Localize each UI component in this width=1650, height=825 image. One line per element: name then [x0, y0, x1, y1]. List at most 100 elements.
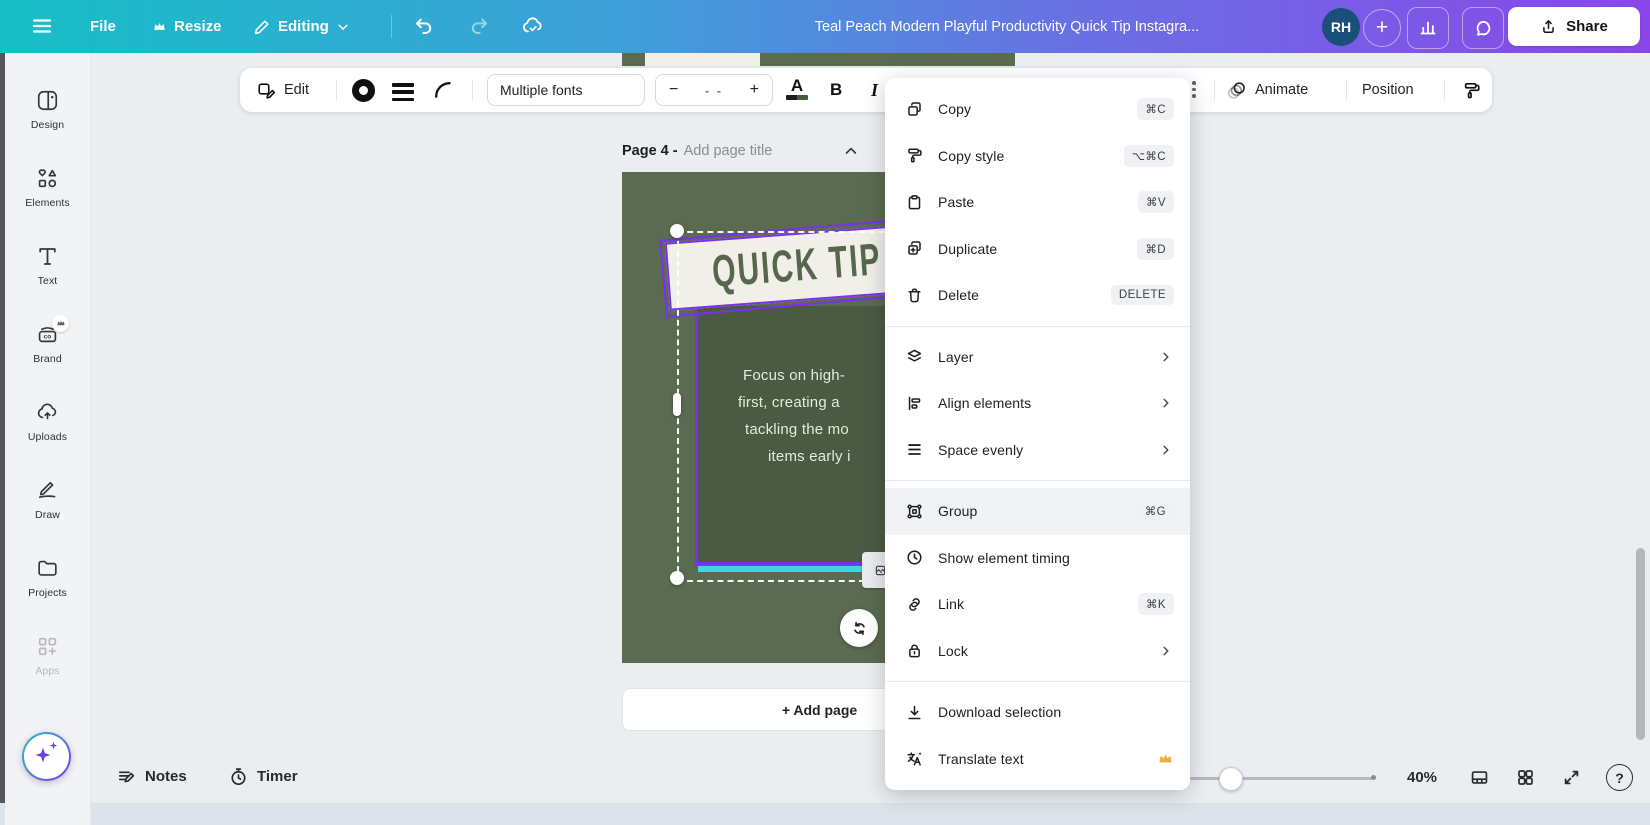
insights-button[interactable] — [1407, 7, 1449, 49]
menu-item-label: Paste — [938, 194, 1138, 210]
sidebar-item-label: Uploads — [28, 431, 67, 443]
font-size-decrease[interactable]: − — [669, 81, 678, 99]
design-icon — [35, 88, 60, 113]
help-button[interactable]: ? — [1606, 764, 1633, 791]
animate-button[interactable]: Animate — [1226, 68, 1308, 112]
redo-button[interactable] — [467, 14, 491, 38]
sidebar-item-draw[interactable]: Draw — [5, 460, 90, 538]
sidebar-item-apps[interactable]: Apps — [5, 616, 90, 694]
zoom-slider-track[interactable] — [1190, 777, 1373, 780]
page-title-placeholder[interactable]: Add page title — [684, 143, 773, 159]
edit-button[interactable]: Edit — [256, 68, 309, 112]
zoom-slider-thumb[interactable] — [1219, 767, 1243, 791]
menu-item-download-selection[interactable]: Download selection — [885, 689, 1190, 736]
grid-view-icon[interactable] — [1515, 767, 1536, 788]
file-menu-button[interactable]: File — [90, 0, 116, 53]
premium-crown-icon — [1157, 750, 1174, 767]
more-options-icon[interactable] — [1192, 81, 1196, 98]
zoom-level[interactable]: 40% — [1394, 769, 1450, 786]
document-title[interactable]: Teal Peach Modern Playful Productivity Q… — [786, 0, 1228, 53]
pages-view-icon[interactable] — [1469, 767, 1490, 788]
context-menu: Copy⌘CCopy style⌥⌘CPaste⌘VDuplicate⌘DDel… — [885, 78, 1190, 790]
menu-item-paste[interactable]: Paste⌘V — [885, 179, 1190, 226]
menu-separator — [885, 480, 1190, 481]
menu-item-label: Group — [938, 503, 1137, 519]
menu-item-layer[interactable]: Layer — [885, 334, 1190, 381]
previous-page-edge — [622, 53, 1015, 66]
menu-item-space-evenly[interactable]: Space evenly — [885, 427, 1190, 474]
translate-icon — [905, 749, 924, 768]
share-button[interactable]: Share — [1508, 7, 1640, 46]
menu-item-label: Align elements — [938, 395, 1158, 411]
layers-icon — [905, 347, 924, 366]
menu-item-label: Lock — [938, 643, 1158, 659]
collapse-page-icon[interactable] — [843, 143, 859, 159]
brand-icon: co — [35, 322, 60, 347]
sidebar-item-text[interactable]: Text — [5, 226, 90, 304]
menu-item-copy-style[interactable]: Copy style⌥⌘C — [885, 133, 1190, 180]
notes-button[interactable]: Notes — [116, 766, 187, 787]
bold-button[interactable]: B — [830, 68, 842, 112]
font-family-select[interactable]: Multiple fonts — [487, 74, 645, 106]
premium-crown-badge — [52, 315, 69, 332]
chevron-right-icon — [1158, 349, 1174, 365]
sidebar: Design ElementsTextcoBrand Uploads DrawProj… — [5, 53, 91, 825]
menu-item-lock[interactable]: Lock — [885, 628, 1190, 675]
sidebar-item-projects[interactable]: Projects — [5, 538, 90, 616]
position-button[interactable]: Position — [1362, 68, 1414, 112]
download-icon — [905, 703, 924, 722]
ai-assistant-button[interactable] — [22, 732, 71, 781]
sidebar-item-brand[interactable]: coBrand — [5, 304, 90, 382]
selection-handle-bottom-left[interactable] — [670, 571, 684, 585]
line-weight-button[interactable] — [392, 83, 414, 101]
add-member-button[interactable]: + — [1363, 9, 1401, 47]
chevron-right-icon — [1158, 442, 1174, 458]
corner-arc-button[interactable] — [432, 68, 454, 112]
fullscreen-icon[interactable] — [1561, 767, 1582, 788]
menu-item-delete[interactable]: DeleteDELETE — [885, 272, 1190, 319]
timer-button[interactable]: Timer — [228, 766, 298, 787]
apps-icon — [35, 634, 60, 659]
hamburger-menu-icon[interactable] — [30, 14, 54, 38]
paint-roller-icon — [905, 146, 924, 165]
menu-item-copy[interactable]: Copy⌘C — [885, 86, 1190, 133]
menu-item-show-element-timing[interactable]: Show element timing — [885, 535, 1190, 582]
selection-handle-top-left[interactable] — [670, 224, 684, 238]
comments-button[interactable] — [1462, 7, 1504, 49]
menu-item-align-elements[interactable]: Align elements — [885, 380, 1190, 427]
menu-item-translate-text[interactable]: Translate text — [885, 736, 1190, 783]
menu-item-label: Layer — [938, 349, 1158, 365]
sidebar-item-elements[interactable]: Elements — [5, 148, 90, 226]
rotate-handle[interactable] — [840, 609, 878, 647]
sidebar-item-label: Apps — [35, 665, 59, 677]
sidebar-item-label: Design — [31, 119, 64, 131]
resize-button[interactable]: Resize — [152, 0, 222, 53]
draw-icon — [35, 478, 60, 503]
clipboard-icon — [905, 193, 924, 212]
menu-item-label: Download selection — [938, 704, 1174, 720]
menu-item-group[interactable]: Group⌘G — [885, 488, 1190, 535]
sidebar-item-uploads[interactable]: Uploads — [5, 382, 90, 460]
copy-style-roller-button[interactable] — [1461, 68, 1482, 112]
menu-item-duplicate[interactable]: Duplicate⌘D — [885, 226, 1190, 273]
timer-icon — [228, 766, 249, 787]
elements-icon — [35, 166, 60, 191]
font-size-stepper[interactable]: − - - + — [655, 74, 773, 106]
font-size-value[interactable]: - - — [705, 83, 723, 98]
font-size-increase[interactable]: + — [750, 81, 759, 99]
editing-mode-button[interactable]: Editing — [253, 0, 350, 53]
menu-item-link[interactable]: Link⌘K — [885, 581, 1190, 628]
paint-roller-icon — [1461, 80, 1482, 101]
sidebar-item-design[interactable]: Design — [5, 70, 90, 148]
undo-button[interactable] — [412, 14, 436, 38]
border-style-button[interactable] — [352, 68, 375, 112]
vertical-scrollbar[interactable] — [1636, 548, 1645, 740]
comment-bubble-icon — [1473, 18, 1493, 38]
chevron-right-icon — [1158, 643, 1174, 659]
selection-handle-left[interactable] — [673, 393, 681, 416]
keyboard-shortcut: ⌘G — [1137, 500, 1174, 522]
avatar[interactable]: RH — [1322, 8, 1360, 46]
menu-item-label: Duplicate — [938, 241, 1137, 257]
italic-button[interactable]: I — [871, 68, 878, 112]
text-color-button[interactable]: A — [786, 77, 808, 100]
